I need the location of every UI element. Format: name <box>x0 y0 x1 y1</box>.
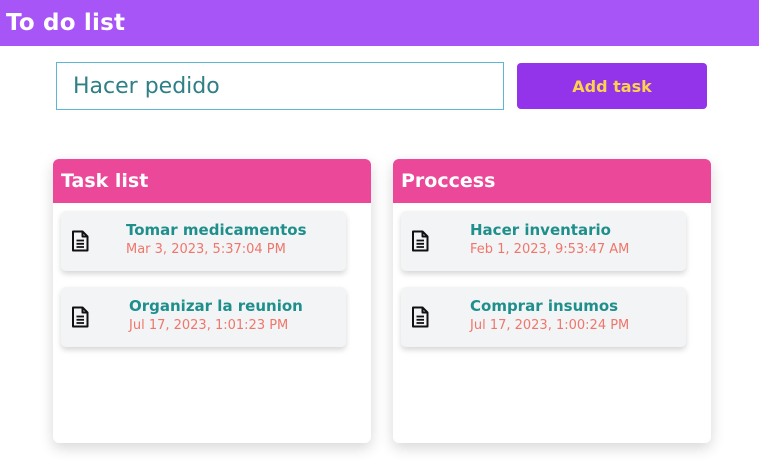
task-text: Comprar insumos Jul 17, 2023, 1:00:24 PM <box>470 297 629 333</box>
task-card[interactable]: Organizar la reunion Jul 17, 2023, 1:01:… <box>61 287 346 347</box>
task-card[interactable]: Tomar medicamentos Mar 3, 2023, 5:37:04 … <box>61 211 346 271</box>
task-list-panel: Task list Tomar medicamentos Mar 3, 2023… <box>53 159 371 443</box>
app-title: To do list <box>6 10 126 36</box>
process-title: Proccess <box>401 170 496 192</box>
task-text: Organizar la reunion Jul 17, 2023, 1:01:… <box>129 297 303 333</box>
todo-app: To do list Add task Task list Tomar medi… <box>0 0 759 468</box>
task-card[interactable]: Hacer inventario Feb 1, 2023, 9:53:47 AM <box>401 211 686 271</box>
task-date: Feb 1, 2023, 9:53:47 AM <box>470 242 630 257</box>
task-text: Hacer inventario Feb 1, 2023, 9:53:47 AM <box>470 221 629 257</box>
document-icon <box>72 306 89 328</box>
document-icon <box>412 230 429 252</box>
task-text: Tomar medicamentos Mar 3, 2023, 5:37:04 … <box>126 221 307 257</box>
task-card[interactable]: Comprar insumos Jul 17, 2023, 1:00:24 PM <box>401 287 686 347</box>
task-date: Jul 17, 2023, 1:01:23 PM <box>129 318 289 333</box>
task-input[interactable] <box>56 62 504 110</box>
task-date: Mar 3, 2023, 5:37:04 PM <box>126 242 286 257</box>
task-date: Jul 17, 2023, 1:00:24 PM <box>470 318 630 333</box>
task-name: Tomar medicamentos <box>126 221 307 239</box>
app-header: To do list <box>0 0 759 46</box>
document-icon <box>72 230 89 252</box>
add-task-button[interactable]: Add task <box>517 63 707 109</box>
process-panel: Proccess Hacer inventario Feb 1, 2023, 9… <box>393 159 711 443</box>
task-name: Comprar insumos <box>470 297 619 315</box>
task-list-title: Task list <box>61 170 149 192</box>
process-header: Proccess <box>393 159 711 203</box>
task-name: Hacer inventario <box>470 221 611 239</box>
task-list-header: Task list <box>53 159 371 203</box>
document-icon <box>412 306 429 328</box>
task-name: Organizar la reunion <box>129 297 303 315</box>
